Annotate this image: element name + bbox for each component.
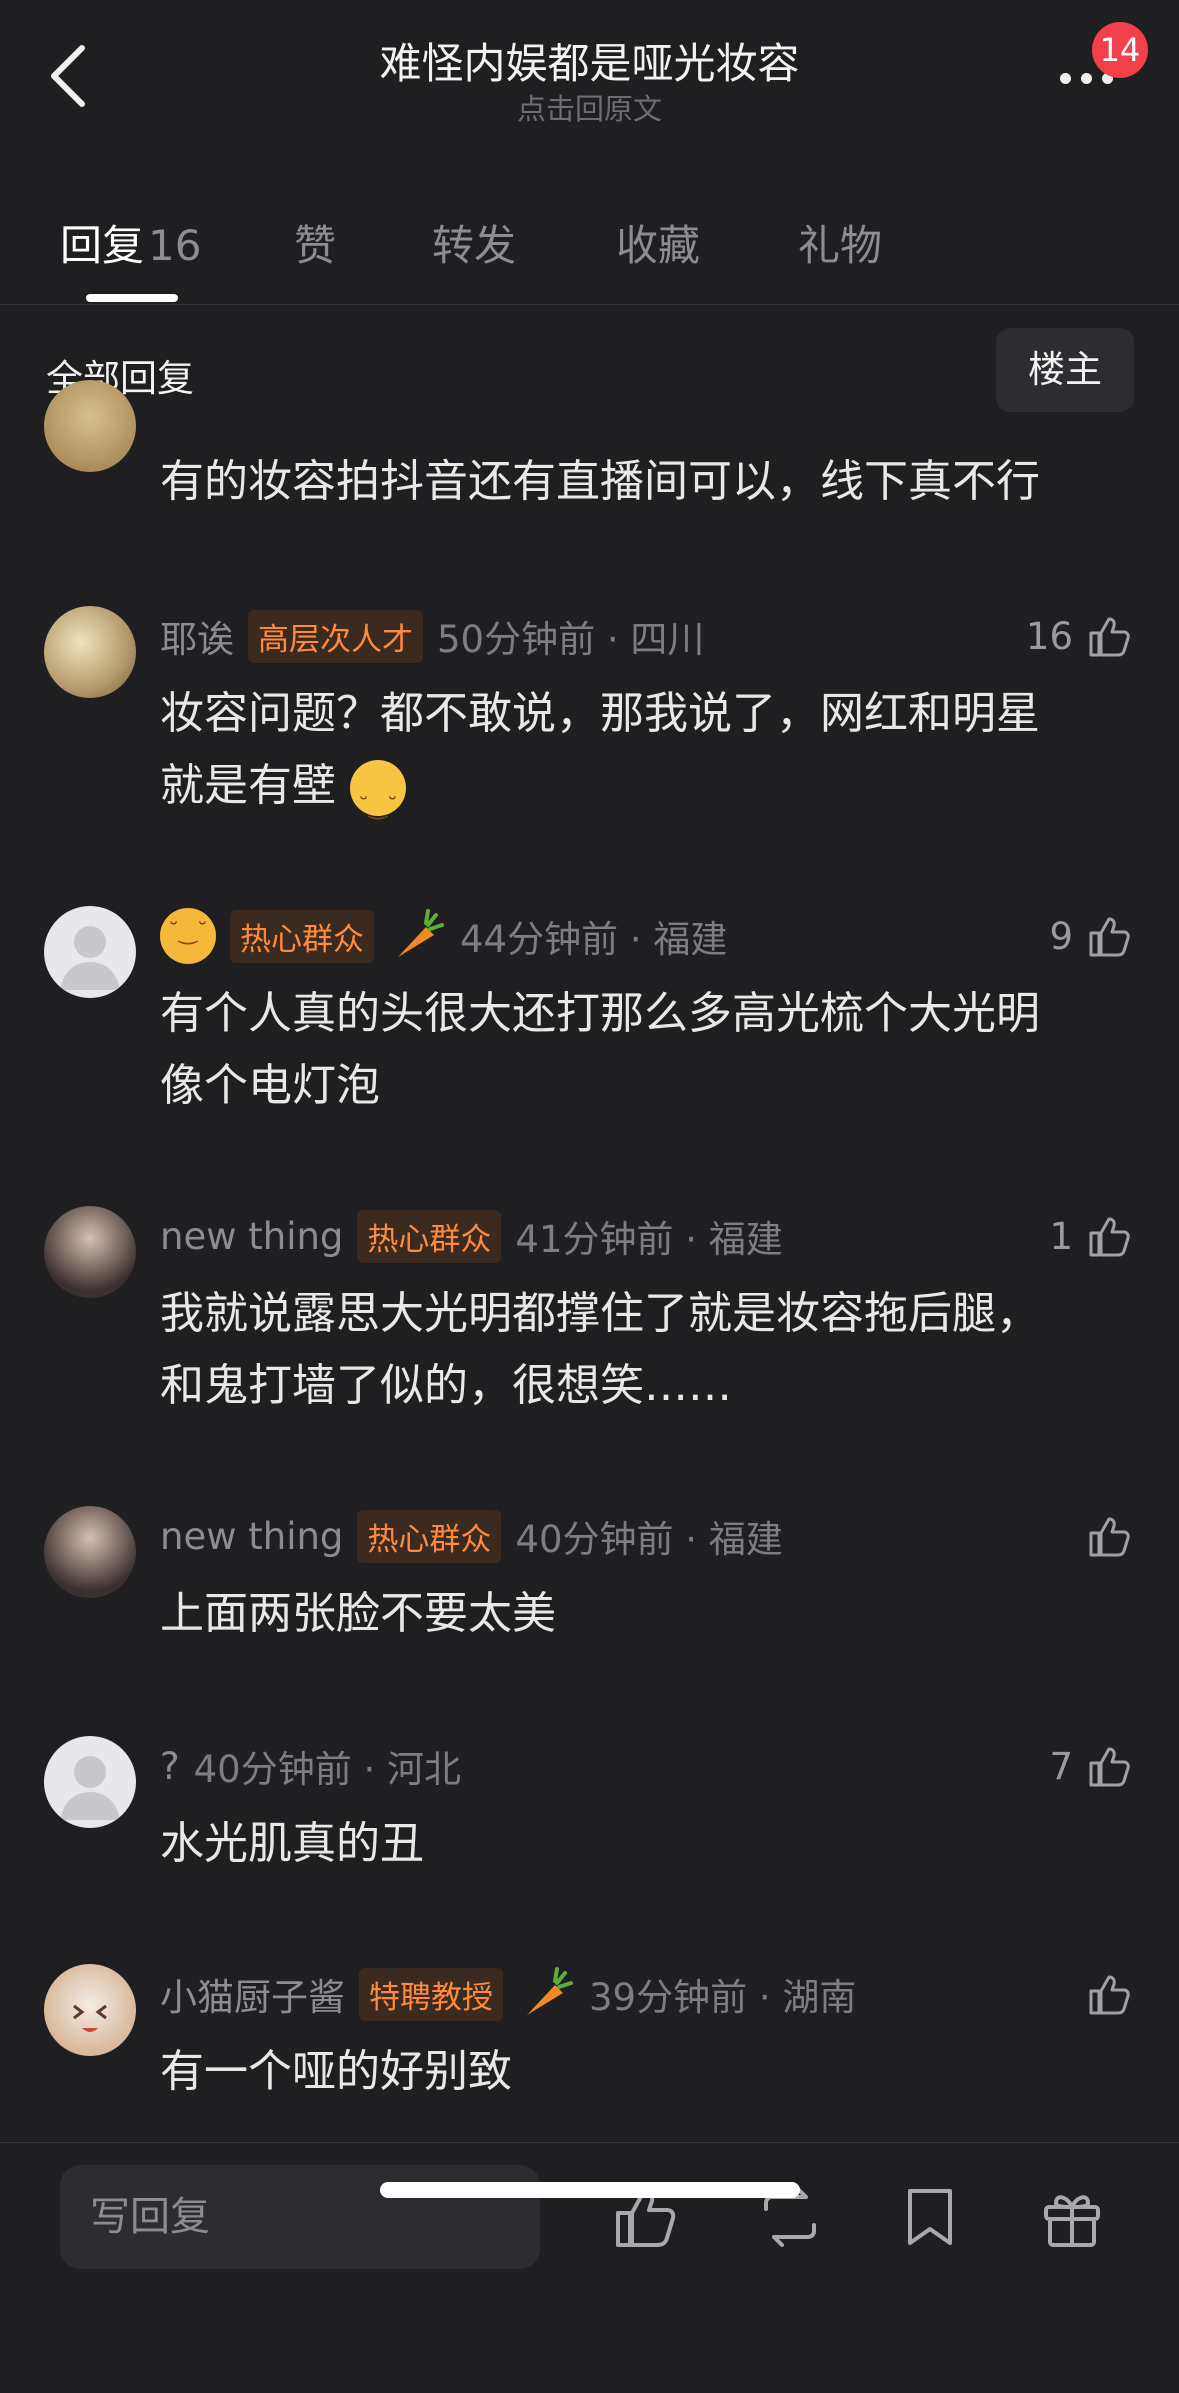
comment-text: 上面两张脸不要太美	[160, 1588, 556, 1639]
thumbs-up-icon	[1089, 1747, 1130, 1787]
thumbs-up-icon	[1089, 1217, 1130, 1257]
cat-avatar-icon	[73, 2004, 107, 2032]
comment-meta: new thing 热心群众 41分钟前 · 福建	[160, 1208, 783, 1264]
username[interactable]: 小猫厨子酱	[160, 1967, 345, 2021]
comment-meta: new thing 热心群众 40分钟前 · 福建	[160, 1508, 783, 1564]
timestamp-location: 50分钟前 · 四川	[437, 618, 705, 661]
like-button[interactable]: 16	[1026, 608, 1135, 664]
user-tag: 高层次人才	[248, 609, 423, 663]
comment-text: 有一个哑的好别致	[160, 2046, 512, 2097]
user-tag: 特聘教授	[359, 1967, 503, 2021]
default-avatar[interactable]	[44, 1736, 136, 1828]
thumbs-up-icon	[1089, 617, 1130, 657]
user-silhouette-icon	[60, 926, 120, 990]
carrot-icon	[398, 909, 444, 957]
avatar[interactable]	[44, 1206, 136, 1298]
comment-text-line: 我就说露思大光明都撑住了就是妆容拖后腿，	[160, 1288, 1040, 1339]
smiling-emoji-icon	[350, 760, 406, 844]
user-tag: 热心群众	[357, 1209, 502, 1263]
username[interactable]: new thing	[160, 1215, 343, 1258]
like-count: 16	[1025, 614, 1073, 658]
header: 难怪内娱都是哑光妆容 点击回原文 14	[0, 0, 1179, 150]
timestamp-location: 44分钟前 · 福建	[460, 918, 728, 961]
home-indicator[interactable]	[380, 2182, 800, 2198]
tab-bar: 回复16 赞 转发 收藏 礼物	[0, 190, 1179, 305]
username[interactable]: ?	[160, 1745, 180, 1788]
comment-text-line: 妆容问题？都不敢说，那我说了，网红和明星	[160, 688, 1040, 739]
op-only-button[interactable]: 楼主	[996, 328, 1134, 412]
more-icon	[1060, 73, 1113, 84]
avatar[interactable]	[44, 380, 136, 472]
tab-gifts[interactable]: 礼物	[798, 212, 882, 273]
thumbs-up-icon	[1089, 1517, 1130, 1557]
default-avatar[interactable]	[44, 906, 136, 998]
gift-icon[interactable]	[1034, 2179, 1110, 2255]
active-tab-indicator	[86, 294, 178, 302]
thumbs-up-icon	[1089, 917, 1130, 957]
like-button[interactable]: 1	[1049, 1208, 1135, 1264]
tab-likes[interactable]: 赞	[294, 212, 336, 273]
username[interactable]: new thing	[160, 1515, 343, 1558]
bottom-action-bar: 写回复	[0, 2142, 1179, 2393]
like-count: 9	[1049, 914, 1073, 958]
comment-text-line: 有个人真的头很大还打那么多高光梳个大光明	[160, 988, 1040, 1039]
user-silhouette-icon	[60, 1756, 120, 1820]
bookmark-icon[interactable]	[892, 2179, 968, 2255]
like-count: 1	[1049, 1214, 1073, 1258]
page-title[interactable]: 难怪内娱都是哑光妆容	[0, 30, 1179, 91]
tab-replies-label: 回复	[60, 221, 145, 270]
comment-text-line: 就是有壁	[160, 760, 336, 811]
like-count: 7	[1049, 1744, 1073, 1788]
tab-favorites[interactable]: 收藏	[616, 212, 700, 273]
user-tag: 热心群众	[357, 1509, 502, 1563]
notification-badge: 14	[1092, 22, 1148, 78]
comment-text-line: 和鬼打墙了似的，很想笑……	[160, 1360, 732, 1411]
comment-text-line: 像个电灯泡	[160, 1060, 380, 1111]
reply-input[interactable]: 写回复	[60, 2165, 540, 2269]
comment-text: 有个人真的头很大还打那么多高光梳个大光明 像个电灯泡	[160, 978, 1120, 1122]
comment-text: 有的妆容拍抖音还有直播间可以，线下真不行	[160, 456, 1040, 507]
timestamp-location: 40分钟前 · 河北	[193, 1748, 462, 1791]
comment-meta: 耶诶 高层次人才 50分钟前 · 四川	[160, 608, 704, 664]
tab-replies[interactable]: 回复16	[60, 212, 201, 273]
timestamp-location: 39分钟前 · 湖南	[589, 1976, 857, 2019]
carrot-icon	[527, 1967, 573, 2015]
yawning-emoji-icon	[160, 908, 216, 964]
avatar[interactable]	[44, 606, 136, 698]
comment-meta: 小猫厨子酱 特聘教授 39分钟前 · 湖南	[160, 1966, 856, 2022]
comment-text-line-end: 就是有壁	[160, 750, 1120, 844]
comment-text: 我就说露思大光明都撑住了就是妆容拖后腿， 和鬼打墙了似的，很想笑……	[160, 1278, 1120, 1422]
like-button[interactable]: 7	[1049, 1738, 1135, 1794]
thumbs-up-icon	[1089, 1975, 1130, 2015]
like-button[interactable]: 9	[1049, 908, 1135, 964]
timestamp-location: 40分钟前 · 福建	[515, 1518, 783, 1561]
comment-text: 妆容问题？都不敢说，那我说了，网红和明星 就是有壁	[160, 678, 1120, 844]
tab-replies-count: 16	[148, 221, 202, 270]
like-button[interactable]	[1085, 1966, 1135, 2022]
timestamp-location: 41分钟前 · 福建	[515, 1218, 783, 1261]
tab-reposts[interactable]: 转发	[432, 212, 516, 273]
back-to-post-link[interactable]: 点击回原文	[0, 86, 1179, 128]
user-tag: 热心群众	[230, 909, 374, 963]
comment-meta: 热心群众 44分钟前 · 福建	[160, 908, 727, 964]
avatar[interactable]	[44, 1964, 136, 2056]
username[interactable]: 耶诶	[160, 609, 234, 663]
comment-meta: ? 40分钟前 · 河北	[160, 1738, 461, 1794]
avatar[interactable]	[44, 1506, 136, 1598]
comment-text: 水光肌真的丑	[160, 1818, 424, 1869]
like-button[interactable]	[1085, 1508, 1135, 1564]
